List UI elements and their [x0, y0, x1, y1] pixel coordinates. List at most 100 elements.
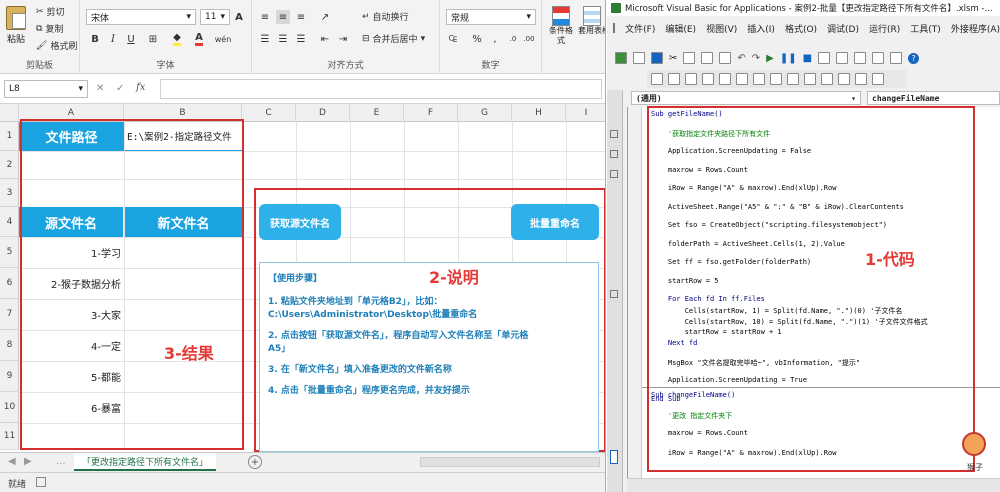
- code-line[interactable]: Application.ScreenUpdating = False: [651, 147, 811, 155]
- code-line[interactable]: Next fd: [651, 339, 698, 347]
- clear-bookmarks-icon[interactable]: [872, 73, 884, 85]
- code-line[interactable]: Cells(startRow, 1) = Split(fd.Name, ".")…: [651, 306, 903, 316]
- code-horizontal-scrollbar[interactable]: [627, 478, 1000, 492]
- code-line[interactable]: startRow = 5: [651, 277, 719, 285]
- percent-button[interactable]: %: [470, 32, 484, 46]
- menu-view[interactable]: 视图(V): [706, 22, 737, 35]
- increase-decimal-icon[interactable]: .0: [506, 32, 520, 46]
- conditional-format-button[interactable]: 条件格式: [546, 6, 576, 46]
- code-line[interactable]: MsgBox "文件名提取完毕哈~", vbInformation, "提示": [651, 358, 860, 368]
- code-line[interactable]: Cells(startRow, 10) = Split(fd.Name, "."…: [651, 317, 928, 327]
- merge-center-button[interactable]: ⊟ 合并后居中 ▾: [362, 32, 425, 46]
- tab-next-icon[interactable]: ▶: [24, 456, 32, 467]
- worksheet-grid[interactable]: 文件路径 E:\案例2-指定路径文件 源文件名 新文件名 1-学习 2-猴子数据…: [19, 119, 605, 452]
- row-header[interactable]: 4: [0, 207, 19, 237]
- code-line[interactable]: Sub getFileName(): [651, 110, 723, 118]
- find-icon[interactable]: [719, 52, 732, 64]
- wrap-text-button[interactable]: ↵ 自动换行: [362, 10, 409, 24]
- indent-icon[interactable]: [736, 73, 748, 85]
- align-middle-icon[interactable]: ≡: [276, 10, 290, 24]
- code-line[interactable]: Set ff = fso.getFolder(folderPath): [651, 258, 811, 266]
- copy-button[interactable]: ⧉ 复制: [36, 22, 63, 36]
- insert-module-icon[interactable]: [633, 52, 645, 64]
- column-header[interactable]: F: [404, 104, 458, 122]
- breakpoint-icon[interactable]: [770, 73, 782, 85]
- grow-font-button[interactable]: A: [232, 10, 246, 24]
- properties-icon[interactable]: [854, 52, 867, 64]
- column-header[interactable]: I: [566, 104, 605, 122]
- indent-decrease-icon[interactable]: ⇤: [318, 32, 332, 46]
- code-line[interactable]: ActiveSheet.Range("A5" & ":" & "B" & iRo…: [651, 203, 904, 211]
- menu-run[interactable]: 运行(R): [869, 22, 900, 35]
- enter-icon[interactable]: ✓: [116, 83, 124, 94]
- get-filenames-button[interactable]: 获取源文件名: [259, 204, 341, 240]
- row-header[interactable]: 11: [0, 423, 19, 450]
- decrease-decimal-icon[interactable]: .00: [522, 32, 536, 46]
- code-line[interactable]: iRow = Range("A" & maxrow).End(xlUp).Row: [651, 449, 837, 457]
- uncomment-block-icon[interactable]: [804, 73, 816, 85]
- menu-debug[interactable]: 调试(D): [827, 22, 859, 35]
- batch-rename-button[interactable]: 批量重命名: [511, 204, 599, 240]
- column-header[interactable]: E: [350, 104, 404, 122]
- cut-icon[interactable]: ✂: [669, 53, 677, 64]
- phonetic-button[interactable]: wén: [215, 32, 232, 46]
- formula-input[interactable]: [160, 79, 602, 99]
- object-browser-icon[interactable]: [872, 52, 885, 64]
- italic-button[interactable]: I: [106, 32, 120, 46]
- select-all-corner[interactable]: [0, 104, 19, 122]
- indent-increase-icon[interactable]: ⇥: [336, 32, 350, 46]
- fill-color-button[interactable]: ◆: [170, 32, 184, 46]
- bookmark-icon[interactable]: [821, 73, 833, 85]
- column-header[interactable]: G: [458, 104, 512, 122]
- column-header[interactable]: D: [296, 104, 350, 122]
- prev-bookmark-icon[interactable]: [855, 73, 867, 85]
- undo-icon[interactable]: ↶: [737, 53, 745, 64]
- orientation-icon[interactable]: ↗: [318, 10, 332, 24]
- code-line[interactable]: Set fso = CreateObject("scripting.filesy…: [651, 221, 887, 229]
- align-left-icon[interactable]: ☰: [258, 32, 272, 46]
- reset-icon[interactable]: ■: [803, 53, 812, 64]
- paste-button[interactable]: 粘贴: [4, 6, 28, 45]
- tab-prev-icon[interactable]: ◀: [8, 456, 16, 467]
- code-line[interactable]: folderPath = ActiveSheet.Cells(1, 2).Val…: [651, 240, 845, 248]
- code-line[interactable]: For Each fd In ff.Files: [651, 295, 765, 303]
- align-top-icon[interactable]: ≡: [258, 10, 272, 24]
- list-constants-icon[interactable]: [668, 73, 680, 85]
- code-line[interactable]: maxrow = Rows.Count: [651, 166, 748, 174]
- comment-block-icon[interactable]: [787, 73, 799, 85]
- row-header[interactable]: 5: [0, 237, 19, 268]
- view-excel-icon[interactable]: [615, 52, 627, 64]
- save-icon[interactable]: [651, 52, 663, 64]
- align-center-icon[interactable]: ☰: [276, 32, 290, 46]
- name-box[interactable]: L8 ▾: [4, 80, 88, 98]
- quick-info-icon[interactable]: [685, 73, 697, 85]
- procedure-combo[interactable]: changeFileName: [867, 91, 1000, 105]
- redo-icon[interactable]: ↷: [752, 53, 760, 64]
- border-button[interactable]: ⊞: [146, 32, 160, 46]
- sheet-tab-active[interactable]: 「更改指定路径下所有文件名」: [74, 453, 217, 471]
- insert-function-button[interactable]: fx: [136, 82, 145, 93]
- help-icon[interactable]: ?: [908, 52, 920, 64]
- menu-addins[interactable]: 外接程序(A): [951, 22, 1000, 35]
- bold-button[interactable]: B: [88, 32, 102, 46]
- currency-icon[interactable]: ₠: [446, 32, 460, 46]
- menu-file[interactable]: 文件(F): [625, 22, 655, 35]
- menu-insert[interactable]: 插入(I): [747, 22, 775, 35]
- format-painter-button[interactable]: 🖌 格式刷: [36, 39, 77, 53]
- row-header[interactable]: 7: [0, 299, 19, 330]
- toolbox-icon[interactable]: [890, 52, 903, 64]
- row-header[interactable]: 10: [0, 392, 19, 423]
- parameter-info-icon[interactable]: [702, 73, 714, 85]
- paste-icon[interactable]: [701, 52, 714, 64]
- tab-more-icon[interactable]: ...: [56, 456, 66, 467]
- code-line[interactable]: Sub changeFileName(): [651, 391, 735, 399]
- column-header[interactable]: H: [512, 104, 566, 122]
- outdent-icon[interactable]: [753, 73, 765, 85]
- row-header[interactable]: 8: [0, 330, 19, 361]
- code-line[interactable]: Application.ScreenUpdating = True: [651, 376, 807, 384]
- row-header[interactable]: 1: [0, 122, 19, 151]
- horizontal-scrollbar[interactable]: [420, 457, 600, 467]
- code-line[interactable]: maxrow = Rows.Count: [651, 429, 748, 437]
- pause-icon[interactable]: ❚❚: [780, 53, 797, 64]
- object-combo[interactable]: (通用) ▾: [631, 91, 861, 105]
